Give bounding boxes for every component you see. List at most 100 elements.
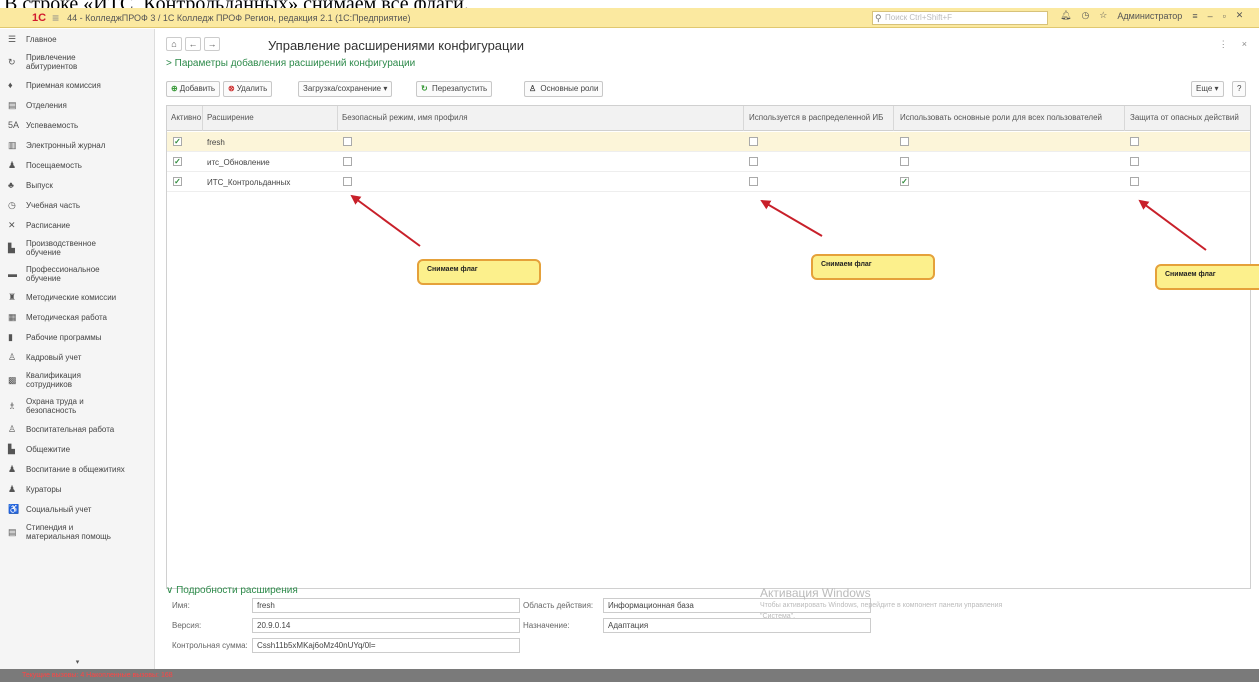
main-roles-button[interactable]: ♙ Основные роли bbox=[524, 81, 604, 97]
favorites-icon[interactable]: ☆ bbox=[1099, 10, 1107, 21]
active-checkbox[interactable]: ✓ bbox=[173, 177, 182, 186]
col-main-roles[interactable]: Использовать основные роли для всех поль… bbox=[900, 113, 1102, 122]
windows-activation-watermark: Активация Windows Чтобы активировать Win… bbox=[760, 586, 1010, 622]
status-text: Текущие вызовы: 4 Накопленные вызовы: 16… bbox=[22, 672, 173, 679]
sidebar-item-0[interactable]: ☰ Главное bbox=[0, 29, 154, 49]
main-menu-icon[interactable]: ≡ bbox=[52, 11, 59, 25]
sidebar-item-14[interactable]: ▮ Рабочие программы bbox=[0, 327, 154, 347]
sidebar-item-4[interactable]: 5А Успеваемость bbox=[0, 115, 154, 135]
distributed-checkbox[interactable] bbox=[749, 177, 758, 186]
load-save-button[interactable]: Загрузка/сохранение ▾ bbox=[298, 81, 393, 97]
load-save-label: Загрузка/сохранение bbox=[303, 84, 382, 93]
sidebar-item-22[interactable]: ♿ Социальный учет bbox=[0, 499, 154, 519]
col-extension[interactable]: Расширение bbox=[207, 113, 254, 122]
more-button[interactable]: Еще ▾ bbox=[1191, 81, 1224, 97]
sidebar-item-17[interactable]: ♗ Охрана труда и безопасность bbox=[0, 393, 154, 419]
annotation-note-3: Снимаем флаг bbox=[1155, 264, 1259, 290]
restart-button[interactable]: ↻ Перезапустить bbox=[416, 81, 493, 97]
safe-checkbox[interactable] bbox=[343, 137, 352, 146]
education-icon: ♙ bbox=[8, 423, 17, 434]
sidebar-item-15[interactable]: ♙ Кадровый учет bbox=[0, 347, 154, 367]
sidebar-item-label: Кураторы bbox=[26, 484, 62, 494]
delete-button[interactable]: ⊗ Удалить bbox=[223, 81, 273, 97]
history-icon[interactable]: ◷ bbox=[1081, 10, 1089, 21]
annotation-note-2: Снимаем флаг bbox=[811, 254, 935, 280]
sidebar-item-8[interactable]: ◷ Учебная часть bbox=[0, 195, 154, 215]
bell-icon[interactable]: 🔔︎ bbox=[1060, 10, 1071, 21]
protect-checkbox[interactable] bbox=[1130, 177, 1139, 186]
params-link[interactable]: > Параметры добавления расширений конфиг… bbox=[166, 58, 415, 69]
attendance-icon: ♟ bbox=[8, 159, 17, 170]
close-icon[interactable]: ✕ bbox=[1236, 10, 1244, 21]
safe-checkbox[interactable] bbox=[343, 157, 352, 166]
maximize-icon[interactable]: ▫ bbox=[1223, 11, 1226, 21]
more-actions-icon[interactable]: ⋮ bbox=[1219, 39, 1228, 50]
table-row[interactable]: ✓ fresh bbox=[167, 132, 1250, 152]
sidebar-item-18[interactable]: ♙ Воспитательная работа bbox=[0, 419, 154, 439]
table-row[interactable]: ✓ итс_Обновление bbox=[167, 152, 1250, 172]
professional-icon: ▬ bbox=[8, 269, 17, 279]
add-label: Добавить bbox=[179, 84, 216, 93]
add-button[interactable]: ⊕ Добавить bbox=[166, 81, 221, 97]
roles-checkbox[interactable]: ✓ bbox=[900, 177, 909, 186]
close-form-icon[interactable]: × bbox=[1242, 39, 1247, 50]
sidebar-item-10[interactable]: ▙ Производственное обучение bbox=[0, 235, 154, 261]
sidebar-item-7[interactable]: ♣ Выпуск bbox=[0, 175, 154, 195]
roles-checkbox[interactable] bbox=[900, 157, 909, 166]
version-field[interactable]: 20.9.0.14 bbox=[252, 618, 520, 633]
active-checkbox[interactable]: ✓ bbox=[173, 137, 182, 146]
protect-checkbox[interactable] bbox=[1130, 157, 1139, 166]
protect-checkbox[interactable] bbox=[1130, 137, 1139, 146]
col-protection[interactable]: Защита от опасных действий bbox=[1130, 113, 1239, 122]
sidebar-item-5[interactable]: ▥ Электронный журнал bbox=[0, 135, 154, 155]
distributed-checkbox[interactable] bbox=[749, 137, 758, 146]
sidebar-item-16[interactable]: ▩ Квалификация сотрудников bbox=[0, 367, 154, 393]
settings-menu-icon[interactable]: ≡ bbox=[1192, 11, 1197, 21]
sidebar-item-20[interactable]: ♟ Воспитание в общежитиях bbox=[0, 459, 154, 479]
details-toggle[interactable]: ∨ Подробности расширения bbox=[166, 585, 298, 596]
sidebar-item-19[interactable]: ▙ Общежитие bbox=[0, 439, 154, 459]
home-button[interactable]: ⌂ bbox=[166, 37, 182, 51]
version-label: Версия: bbox=[172, 621, 202, 630]
sidebar-item-1[interactable]: ↻ Привлечение абитуриентов bbox=[0, 49, 154, 75]
checksum-field[interactable]: Cssh11b5xMKaj6oMz40nUYq/0l= bbox=[252, 638, 520, 653]
name-label: Имя: bbox=[172, 601, 190, 610]
schedule-icon: ✕ bbox=[8, 219, 16, 230]
details-title: Подробности расширения bbox=[176, 585, 298, 596]
roles-checkbox[interactable] bbox=[900, 137, 909, 146]
distributed-checkbox[interactable] bbox=[749, 157, 758, 166]
col-distributed[interactable]: Используется в распределенной ИБ bbox=[749, 113, 883, 122]
sidebar-item-6[interactable]: ♟ Посещаемость bbox=[0, 155, 154, 175]
roles-icon: ♙ bbox=[529, 84, 537, 93]
forward-button[interactable]: → bbox=[204, 37, 220, 51]
scholarship-icon: ▤ bbox=[8, 526, 17, 537]
page-title: Управление расширениями конфигурации bbox=[268, 38, 525, 53]
sidebar-item-3[interactable]: ▤ Отделения bbox=[0, 95, 154, 115]
watermark-text: Чтобы активировать Windows, перейдите в … bbox=[760, 602, 1003, 620]
safe-checkbox[interactable] bbox=[343, 177, 352, 186]
status-bar: Текущие вызовы: 4 Накопленные вызовы: 16… bbox=[0, 669, 1259, 682]
back-button[interactable]: ← bbox=[185, 37, 201, 51]
search-input[interactable]: ⚲ Поиск Ctrl+Shift+F bbox=[872, 11, 1048, 25]
active-checkbox[interactable]: ✓ bbox=[173, 157, 182, 166]
sidebar-item-12[interactable]: ♜ Методические комиссии bbox=[0, 287, 154, 307]
col-active[interactable]: Активно bbox=[171, 113, 201, 122]
user-name[interactable]: Администратор bbox=[1117, 11, 1182, 21]
col-safe-mode[interactable]: Безопасный режим, имя профиля bbox=[342, 113, 468, 122]
sidebar-item-11[interactable]: ▬ Профессиональное обучение bbox=[0, 261, 154, 287]
table-row[interactable]: ✓ ✓ ИТС_Контрольданных bbox=[167, 172, 1250, 192]
main-panel: ⌂ ← → Управление расширениями конфигурац… bbox=[158, 29, 1259, 670]
sidebar-item-9[interactable]: ✕ Расписание bbox=[0, 215, 154, 235]
extension-name: ИТС_Контрольданных bbox=[207, 178, 291, 187]
minimize-icon[interactable]: – bbox=[1208, 11, 1213, 21]
sidebar-item-2[interactable]: ♦ Приемная комиссия bbox=[0, 75, 154, 95]
sidebar-item-label: Рабочие программы bbox=[26, 332, 102, 342]
window-title: 44 - КолледжПРОФ 3 / 1С Колледж ПРОФ Рег… bbox=[67, 12, 411, 23]
sidebar-item-label: Методические комиссии bbox=[26, 292, 117, 302]
name-field[interactable]: fresh bbox=[252, 598, 520, 613]
sidebar-item-13[interactable]: ▦ Методическая работа bbox=[0, 307, 154, 327]
sidebar-item-21[interactable]: ♟ Кураторы bbox=[0, 479, 154, 499]
curators-icon: ♟ bbox=[8, 483, 17, 494]
help-button[interactable]: ? bbox=[1232, 81, 1247, 97]
sidebar-item-23[interactable]: ▤ Стипендия и материальная помощь bbox=[0, 519, 154, 545]
